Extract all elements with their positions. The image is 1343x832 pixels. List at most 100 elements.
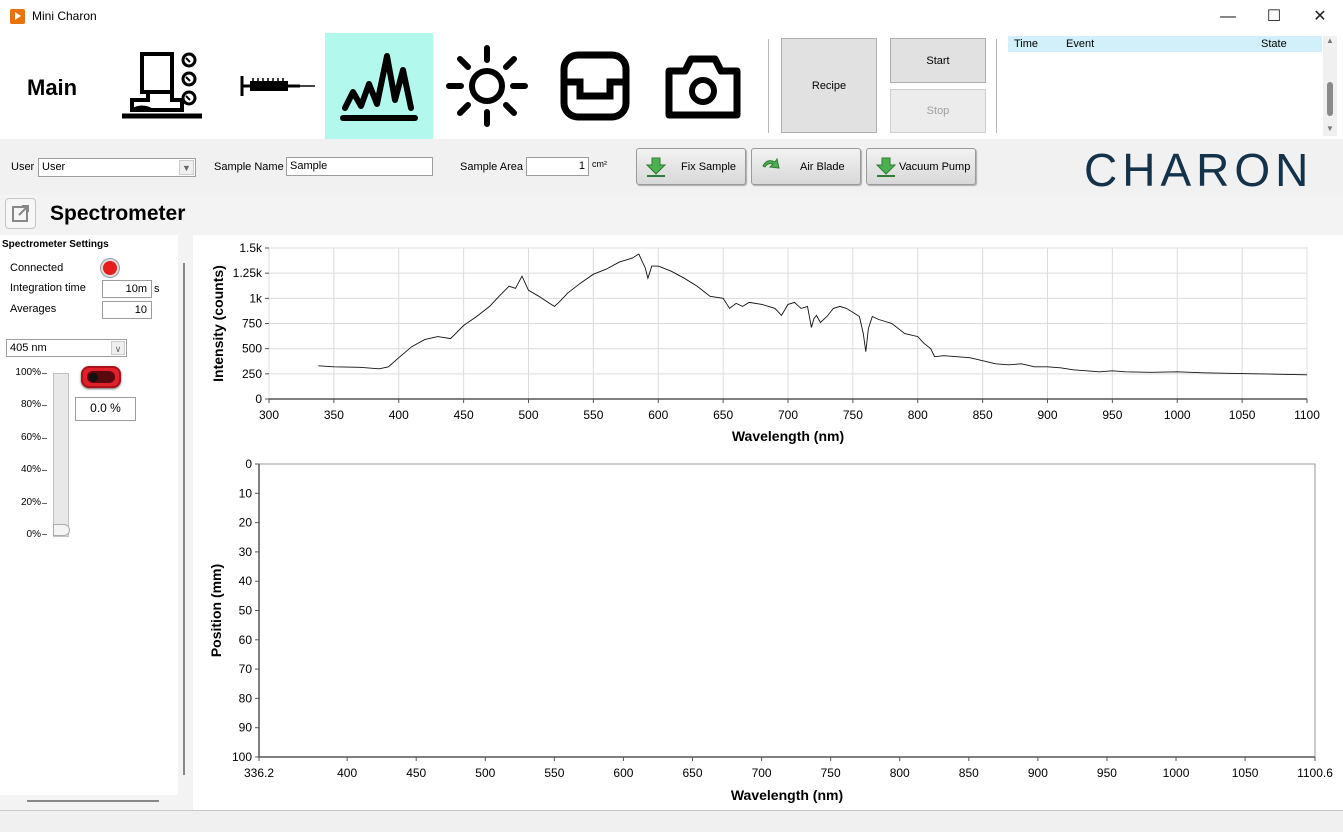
x-tick-label: 900: [1037, 408, 1057, 422]
settings-title: Spectrometer Settings: [2, 239, 109, 250]
y-tick-label: 70: [239, 662, 253, 676]
main-label: Main: [27, 75, 78, 100]
x-tick-label: 550: [544, 766, 564, 780]
minimize-button[interactable]: —: [1205, 0, 1251, 33]
chevron-down-icon[interactable]: ∨: [111, 341, 125, 355]
scroll-up-icon[interactable]: ▲: [1326, 36, 1334, 45]
y-tick-label: 20: [239, 516, 253, 530]
scroll-thumb[interactable]: [1327, 82, 1333, 116]
x-tick-label: 600: [648, 408, 668, 422]
download-arrow-icon: [645, 157, 667, 177]
integration-time-label: Integration time: [10, 282, 86, 294]
x-tick-label: 850: [973, 408, 993, 422]
intensity-chart[interactable]: 300 350 400 450 500 550 600 650 700 750 800 850 900 9…: [193, 235, 1343, 455]
x-tick-label: 1100.6: [1297, 766, 1333, 780]
slider-tick: 100%: [15, 367, 41, 378]
laser-power-slider[interactable]: [53, 373, 70, 537]
close-button[interactable]: ✕: [1297, 0, 1343, 33]
x-tick-label: 950: [1097, 766, 1117, 780]
x-tick-label: 400: [389, 408, 409, 422]
event-log[interactable]: Time Event State: [1008, 36, 1322, 136]
window-title: Mini Charon: [32, 9, 97, 23]
position-map-chart[interactable]: 336.2 400 450 500 550 600 650 700 750 800 850 900 95…: [193, 455, 1343, 810]
x-tick-label: 450: [454, 408, 474, 422]
laser-select-value: 405 nm: [10, 342, 47, 354]
sample-name-input[interactable]: Sample: [286, 157, 433, 176]
popout-button[interactable]: [5, 198, 36, 229]
sample-area-input[interactable]: 1: [526, 157, 589, 176]
stop-button[interactable]: Stop: [890, 89, 986, 133]
y-tick-label: 100: [232, 750, 252, 764]
machine-icon[interactable]: [108, 33, 216, 139]
vacuum-pump-button[interactable]: Vacuum Pump: [866, 148, 976, 185]
x-tick-label: 800: [890, 766, 910, 780]
y-tick-label: 90: [239, 721, 253, 735]
slider-tick: 20%: [20, 497, 41, 508]
x-tick-label: 1000: [1163, 766, 1190, 780]
x-tick-label: 800: [908, 408, 928, 422]
syringe-icon[interactable]: [216, 33, 324, 139]
event-log-event-header: Event: [1066, 38, 1095, 50]
x-tick-label: 600: [613, 766, 633, 780]
integration-time-input[interactable]: 10m: [102, 280, 152, 298]
slider-thumb[interactable]: [53, 524, 70, 536]
x-tick-label: 950: [1102, 408, 1122, 422]
spectrum-icon[interactable]: [325, 33, 433, 139]
user-label: User: [11, 161, 35, 173]
y-tick-label: 750: [242, 317, 262, 331]
camera-icon[interactable]: [649, 33, 757, 139]
x-tick-label: 1050: [1229, 408, 1256, 422]
y-tick-label: 30: [239, 545, 253, 559]
y-tick-label: 1.25k: [233, 266, 263, 280]
laser-toggle[interactable]: [81, 366, 121, 388]
user-select[interactable]: User ▼: [38, 158, 196, 177]
charon-logo: CHARON: [1084, 144, 1314, 196]
x-tick-label: 700: [778, 408, 798, 422]
sample-area-unit: cm²: [592, 159, 607, 169]
x-tick-label: 336.2: [244, 766, 274, 780]
maximize-button[interactable]: ☐: [1251, 0, 1297, 33]
chart-area: 300 350 400 450 500 550 600 650 700 750 800 850 900 9…: [193, 235, 1343, 810]
y-tick-label: 1k: [249, 291, 263, 305]
event-log-scrollbar[interactable]: ▲ ▼: [1323, 36, 1337, 136]
recipe-button[interactable]: Recipe: [781, 38, 877, 133]
sample-area-label: Sample Area: [460, 161, 523, 173]
y-tick-label: 60: [239, 633, 253, 647]
connected-label: Connected: [10, 262, 64, 274]
averages-input[interactable]: 10: [102, 301, 152, 319]
x-tick-label: 750: [843, 408, 863, 422]
y-tick-label: 50: [239, 604, 253, 618]
sample-name-label: Sample Name: [214, 161, 284, 173]
air-blade-button[interactable]: Air Blade: [751, 148, 861, 185]
chevron-down-icon[interactable]: ▼: [179, 160, 194, 175]
app-icon: [10, 9, 25, 24]
x-tick-label: 850: [959, 766, 979, 780]
light-icon[interactable]: [433, 33, 541, 139]
x-axis-label: Wavelength (nm): [731, 787, 843, 803]
air-blade-label: Air Blade: [800, 160, 845, 173]
ribbon: Main Recipe Start Stop Time Event State …: [0, 33, 1343, 139]
panel-h-scrollbar[interactable]: [27, 800, 159, 802]
title-bar: Mini Charon — ☐ ✕: [0, 0, 1343, 33]
laser-select[interactable]: 405 nm ∨: [6, 339, 127, 357]
page-title: Spectrometer: [50, 202, 186, 225]
x-tick-label: 300: [259, 408, 279, 422]
spectrometer-settings-panel: Spectrometer Settings Connected Integrat…: [0, 235, 185, 802]
sample-holder-icon-graphic: [560, 51, 630, 121]
integration-time-unit: s: [154, 283, 160, 295]
fix-sample-button[interactable]: Fix Sample: [636, 148, 746, 185]
slider-tick: 0%: [26, 529, 41, 540]
slider-tick-marks: [42, 373, 47, 535]
y-tick-label: 0: [255, 392, 262, 406]
laser-power-display: 0.0 %: [75, 397, 136, 421]
toggle-knob: [89, 373, 98, 382]
x-tick-label: 1050: [1232, 766, 1259, 780]
x-tick-label: 750: [821, 766, 841, 780]
y-tick-label: 80: [239, 691, 253, 705]
panel-scrollbar[interactable]: [183, 263, 185, 775]
start-button[interactable]: Start: [890, 38, 986, 83]
y-axis-label: Position (mm): [208, 564, 224, 657]
sample-holder-icon[interactable]: [541, 33, 649, 139]
y-tick-label: 500: [242, 342, 262, 356]
scroll-down-icon[interactable]: ▼: [1326, 124, 1334, 133]
